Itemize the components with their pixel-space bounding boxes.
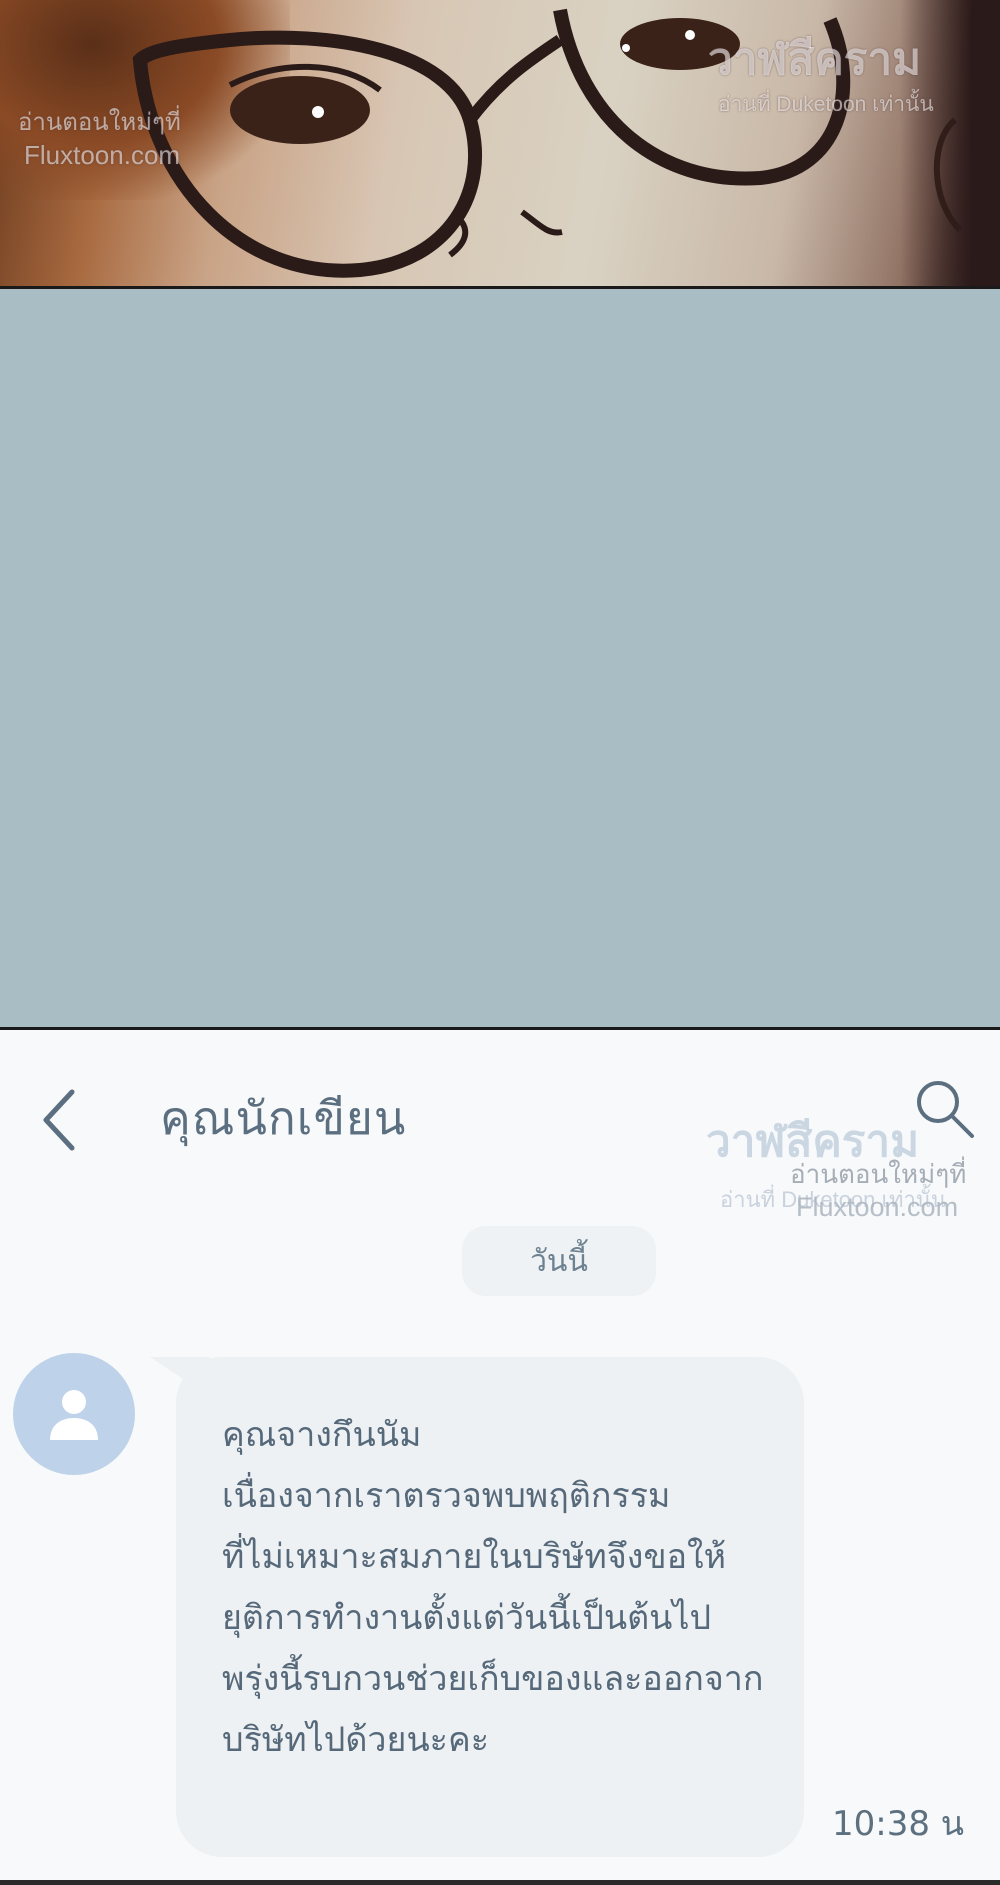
back-button[interactable]	[30, 1080, 86, 1160]
user-icon	[50, 1390, 98, 1440]
message-line: ยุติการทำงานตั้งแต่วันนี้เป็นต้นไป	[222, 1598, 712, 1638]
search-button[interactable]	[910, 1074, 980, 1144]
message-text: คุณจางกึนนัม เนื่องจากเราตรวจพบพฤติกรรม …	[222, 1405, 822, 1771]
avatar[interactable]	[13, 1353, 135, 1475]
manga-panel-top: อ่านตอนใหม่ๆที่ Fluxtoon.com วาฬสีคราม อ…	[0, 0, 1000, 289]
date-divider: วันนี้	[462, 1226, 656, 1296]
chat-header: คุณนักเขียน วาฬสีคราม อ่านตอนใหม่ๆที่ อ่…	[0, 1030, 1000, 1222]
message-line: ที่ไม่เหมาะสมภายในบริษัทจึงขอให้	[222, 1537, 727, 1577]
watermark-site: Fluxtoon.com	[24, 140, 181, 170]
message-timestamp: 10:38 น	[832, 1804, 965, 1844]
chat-screen: คุณนักเขียน วาฬสีคราม อ่านตอนใหม่ๆที่ อ่…	[0, 1030, 1000, 1885]
panel-border	[0, 1880, 1000, 1885]
watermark-text: อ่านตอนใหม่ๆที่	[18, 109, 181, 136]
chevron-left-icon	[43, 1089, 75, 1151]
message-line: พรุ่งนี้รบกวนช่วยเก็บของและออกจาก	[222, 1659, 764, 1699]
watermark-text: อ่านที่ Duketoon เท่านั้น	[718, 93, 934, 116]
manga-panel-blank	[0, 289, 1000, 1030]
message-line: เนื่องจากเราตรวจพบพฤติกรรม	[222, 1476, 671, 1516]
watermark-site: Fluxtoon.com	[796, 1192, 959, 1222]
chat-title: คุณนักเขียน	[160, 1091, 407, 1145]
watermark-logo: วาฬสีคราม	[708, 35, 922, 84]
search-icon	[917, 1081, 974, 1138]
message-line: คุณจางกึนนัม	[222, 1415, 422, 1455]
message-line: บริษัทไปด้วยนะคะ	[222, 1720, 489, 1760]
